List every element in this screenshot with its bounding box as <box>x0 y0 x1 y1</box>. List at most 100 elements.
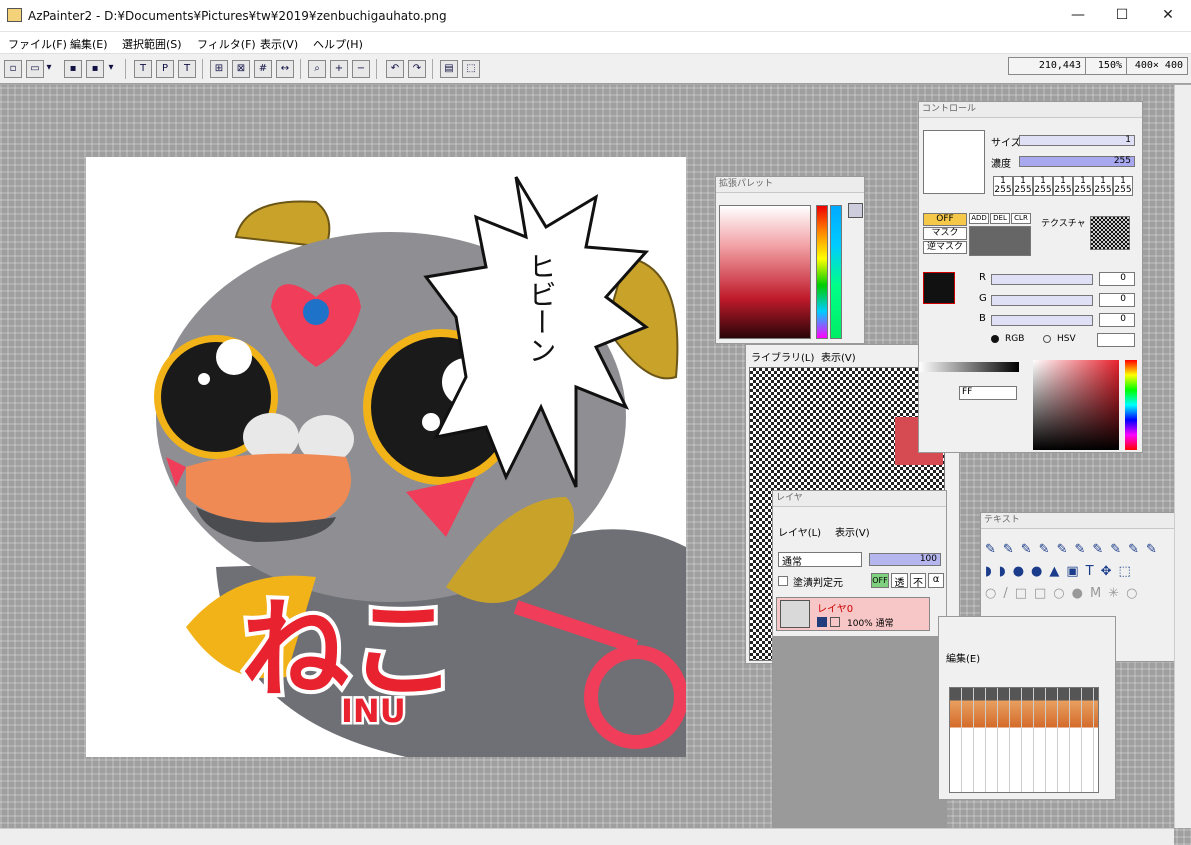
b-slider[interactable] <box>991 315 1093 326</box>
control-panel-title: コントロール <box>919 102 1142 118</box>
palette-column-2[interactable] <box>830 205 842 339</box>
hsv-radio[interactable] <box>1043 335 1051 343</box>
layer-non-button[interactable]: 不 <box>910 573 926 589</box>
density-preset-6[interactable]: 1 255 <box>1093 176 1113 196</box>
palette-menu-icon[interactable] <box>848 203 863 218</box>
blend-mode-select[interactable]: 通常 <box>778 552 862 568</box>
layer-row[interactable]: レイヤ0 100% 通常 <box>776 597 930 631</box>
r-value[interactable]: 0 <box>1099 272 1135 286</box>
tab-library-view[interactable]: 表示(V) <box>821 349 856 364</box>
menu-view[interactable]: 表示(V) <box>260 36 298 52</box>
edit-panel: 編集(E) <box>938 616 1116 800</box>
density-presets: 1 255 1 255 1 255 1 255 1 255 1 255 1 255 <box>993 176 1138 196</box>
layer-alpha-button[interactable]: α <box>928 573 944 588</box>
density-preset-7[interactable]: 1 255 <box>1113 176 1133 196</box>
current-color-swatch[interactable] <box>923 272 955 304</box>
save-icon[interactable]: ▪ <box>64 60 82 78</box>
layer-clear-icon[interactable]: ▤ <box>440 60 458 78</box>
tab-layer[interactable]: レイヤ(L) <box>778 524 821 539</box>
gray-gradient[interactable] <box>919 362 1019 372</box>
density-preset-3[interactable]: 1 255 <box>1033 176 1053 196</box>
palette-swatch-grid[interactable] <box>719 205 811 339</box>
zoom-fit-icon[interactable]: ⌕ <box>308 60 326 78</box>
texture-preview[interactable] <box>1090 216 1130 250</box>
layer-list-empty <box>773 636 946 844</box>
menu-help[interactable]: ヘルプ(H) <box>313 36 363 52</box>
title-bar: AzPainter2 - D:¥Documents¥Pictures¥tw¥20… <box>0 0 1191 32</box>
selection-icon[interactable]: ⬚ <box>462 60 480 78</box>
mask-color-swatch[interactable] <box>969 226 1031 256</box>
tab-edit[interactable]: 編集(E) <box>946 650 980 665</box>
layer-name: レイヤ0 <box>817 604 854 615</box>
rgb-radio[interactable] <box>991 335 999 343</box>
fill-ref-checkbox[interactable] <box>778 576 788 586</box>
window-title: AzPainter2 - D:¥Documents¥Pictures¥tw¥20… <box>28 9 447 23</box>
density-label: 濃度 <box>991 159 1011 170</box>
density-preset-4[interactable]: 1 255 <box>1053 176 1073 196</box>
inverse-mask-button[interactable]: 逆マスク <box>923 241 967 254</box>
vertical-scrollbar[interactable] <box>1174 85 1191 828</box>
color-mode-dropdown[interactable] <box>1097 333 1135 347</box>
b-label: B <box>979 313 986 324</box>
palette-panel: 拡張パレット <box>715 176 865 344</box>
menu-selection[interactable]: 選択範囲(S) <box>122 36 182 52</box>
density-preset-1[interactable]: 1 255 <box>993 176 1013 196</box>
save-as-icon[interactable]: ▪ <box>86 60 104 78</box>
open-folder-icon[interactable]: ▭ <box>26 60 44 78</box>
layer-visible-icon[interactable] <box>817 617 827 627</box>
open-dropdown-icon[interactable]: ▾ <box>44 60 54 78</box>
palette-hue-column[interactable] <box>816 205 828 339</box>
menu-edit[interactable]: 編集(E) <box>70 36 108 52</box>
tab-library[interactable]: ライブラリ(L) <box>751 349 814 364</box>
g-value[interactable]: 0 <box>1099 293 1135 307</box>
new-file-icon[interactable]: ▫ <box>4 60 22 78</box>
text-tool-icon[interactable]: T <box>134 60 152 78</box>
r-slider[interactable] <box>991 274 1093 285</box>
color-swatch-grid[interactable] <box>949 687 1099 793</box>
layer-lock-icon[interactable] <box>830 617 840 627</box>
grid-split-icon[interactable]: # <box>254 60 272 78</box>
grid-icon[interactable]: ⊞ <box>210 60 228 78</box>
zoom-level: 150% <box>1085 57 1127 75</box>
speech-text: ヒビーン <box>525 252 558 364</box>
drawing-canvas[interactable]: ヒビーン ねこ INU <box>86 157 686 757</box>
minimize-button[interactable]: — <box>1055 0 1101 32</box>
save-dropdown-icon[interactable]: ▾ <box>106 60 116 78</box>
fit-icon[interactable]: ↔ <box>276 60 294 78</box>
tool-icon-grid[interactable]: ✎✎✎✎✎✎✎✎✎✎ ◗◗●●▲▣T✥⬚ ○/□□○●M✳○ <box>985 539 1189 604</box>
size-slider[interactable]: 1 <box>1019 135 1135 146</box>
maximize-button[interactable]: ☐ <box>1099 0 1145 32</box>
redo-icon[interactable]: ↷ <box>408 60 426 78</box>
g-label: G <box>979 293 987 304</box>
mask-add-button[interactable]: ADD <box>969 213 989 224</box>
text-tool-icon-3[interactable]: T <box>178 60 196 78</box>
r-label: R <box>979 272 986 283</box>
undo-icon[interactable]: ↶ <box>386 60 404 78</box>
horizontal-scrollbar[interactable] <box>0 828 1174 845</box>
mask-del-button[interactable]: DEL <box>990 213 1010 224</box>
density-preset-2[interactable]: 1 255 <box>1013 176 1033 196</box>
tab-layer-view[interactable]: 表示(V) <box>835 524 870 539</box>
zoom-out-icon[interactable]: − <box>352 60 370 78</box>
mask-button[interactable]: マスク <box>923 227 967 240</box>
menu-file[interactable]: ファイル(F) <box>8 36 67 52</box>
brush-preview <box>923 130 985 194</box>
menu-filter[interactable]: フィルタ(F) <box>197 36 256 52</box>
size-label: サイズ <box>991 138 1021 149</box>
ff-dropdown[interactable]: FF <box>959 386 1017 400</box>
layer-trans-button[interactable]: 透 <box>891 573 908 589</box>
density-slider[interactable]: 255 <box>1019 156 1135 167</box>
mask-off-button[interactable]: OFF <box>923 213 967 226</box>
mask-clr-button[interactable]: CLR <box>1011 213 1031 224</box>
sv-picker[interactable] <box>1033 360 1119 450</box>
density-preset-5[interactable]: 1 255 <box>1073 176 1093 196</box>
b-value[interactable]: 0 <box>1099 313 1135 327</box>
text-tool-icon-2[interactable]: P <box>156 60 174 78</box>
close-button[interactable]: ✕ <box>1145 0 1191 32</box>
zoom-in-icon[interactable]: + <box>330 60 348 78</box>
layer-opacity-slider[interactable]: 100 <box>869 553 941 566</box>
diagonal-grid-icon[interactable]: ⊠ <box>232 60 250 78</box>
hue-slider[interactable] <box>1125 360 1137 450</box>
layer-off-button[interactable]: OFF <box>871 573 889 588</box>
g-slider[interactable] <box>991 295 1093 306</box>
